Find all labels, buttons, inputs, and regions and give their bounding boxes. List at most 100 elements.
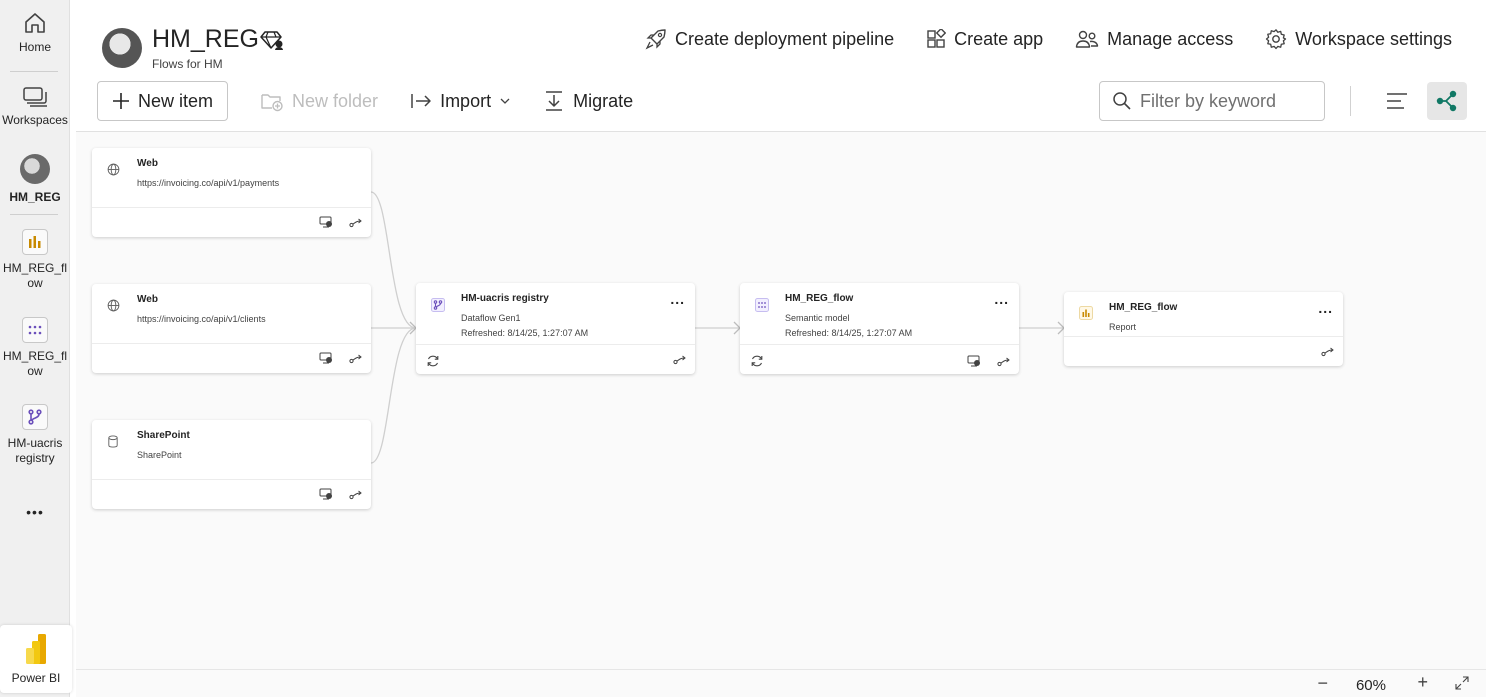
zoom-in-button[interactable]: + xyxy=(1417,672,1428,693)
migrate-label: Migrate xyxy=(573,90,634,111)
fit-to-screen-icon[interactable] xyxy=(1455,676,1469,690)
migrate-button[interactable]: Migrate xyxy=(543,90,633,112)
lineage-link-icon[interactable] xyxy=(673,355,687,365)
card-actions xyxy=(673,355,687,365)
workspace-avatar-icon xyxy=(20,154,50,184)
source-card-web-clients[interactable]: Web https://invoicing.co/api/v1/clients xyxy=(92,284,371,373)
chevron-down-icon xyxy=(500,98,510,104)
gateway-icon[interactable] xyxy=(319,216,333,229)
lineage-link-icon[interactable] xyxy=(997,357,1011,367)
plus-icon xyxy=(113,93,129,109)
rail-item-semantic-model[interactable]: HM_REG_flow xyxy=(0,317,70,379)
connector-line xyxy=(370,191,417,329)
new-item-button[interactable]: New item xyxy=(97,81,229,121)
rail-workspaces-label: Workspaces xyxy=(2,113,68,127)
semantic-model-card[interactable]: HM_REG_flow Semantic model Refreshed: 8/… xyxy=(740,283,1019,374)
connector-line xyxy=(370,327,417,464)
home-icon xyxy=(25,13,45,33)
rail-item-dataflow-label: HM-uacris registry xyxy=(7,436,63,465)
zoom-level: 60% xyxy=(1355,677,1386,694)
search-icon xyxy=(1113,92,1131,110)
create-deployment-pipeline-button[interactable]: Create deployment pipeline xyxy=(645,28,894,50)
card-actions xyxy=(319,216,363,229)
manage-access-label: Manage access xyxy=(1107,28,1234,49)
rail-more-button[interactable]: ••• xyxy=(0,505,70,520)
card-divider xyxy=(416,344,695,345)
people-icon xyxy=(1075,30,1099,48)
report-card[interactable]: HM_REG_flow Report ... xyxy=(1064,292,1343,366)
create-deployment-pipeline-label: Create deployment pipeline xyxy=(674,28,895,49)
refresh-icon[interactable] xyxy=(426,354,440,368)
rail-workspaces[interactable]: Workspaces xyxy=(0,85,70,128)
left-rail: Home Workspaces HM_REG HM_REG_flow HM_RE… xyxy=(0,0,72,697)
lineage-link-icon[interactable] xyxy=(349,354,363,364)
folder-add-icon xyxy=(261,94,283,112)
power-bi-logo-icon xyxy=(26,634,46,664)
rail-divider xyxy=(10,71,58,72)
top-actions: Create deployment pipeline Create app Ma… xyxy=(645,28,1452,50)
rail-home-label: Home xyxy=(18,40,51,54)
card-divider xyxy=(740,344,1019,345)
workspaces-icon xyxy=(23,87,47,107)
more-options-button[interactable]: ... xyxy=(994,291,1009,307)
more-options-button[interactable]: ... xyxy=(1318,300,1333,316)
lineage-icon xyxy=(1436,90,1457,112)
rail-home[interactable]: Home xyxy=(0,10,70,55)
zoom-bar: − 60% + xyxy=(76,669,1486,697)
rail-item-dataflow[interactable]: HM-uacris registry xyxy=(0,404,70,466)
new-folder-button[interactable]: New folder xyxy=(260,90,378,112)
card-actions xyxy=(1321,347,1335,357)
report-icon xyxy=(1079,306,1093,320)
database-icon xyxy=(108,435,118,448)
refresh-icon[interactable] xyxy=(750,354,764,368)
source-card-web-payments[interactable]: Web https://invoicing.co/api/v1/payments xyxy=(92,148,371,237)
rocket-icon xyxy=(645,29,666,50)
rail-item-report[interactable]: HM_REG_flow xyxy=(0,229,70,291)
source-title: Web xyxy=(137,294,158,305)
power-bi-switcher[interactable]: Power BI xyxy=(0,625,72,693)
semantic-model-refreshed: Refreshed: 8/14/25, 1:27:07 AM xyxy=(785,328,913,338)
migrate-icon xyxy=(546,91,563,111)
import-dropdown[interactable]: Import xyxy=(410,91,511,112)
workspace-subtitle: Flows for HM xyxy=(152,57,223,71)
workspace-settings-label: Workspace settings xyxy=(1295,28,1452,49)
dataflow-icon xyxy=(22,404,48,430)
workspace-avatar-icon xyxy=(102,28,142,68)
rail-current-workspace[interactable]: HM_REG xyxy=(0,154,70,205)
rail-item-semantic-model-label: HM_REG_flow xyxy=(2,349,67,378)
gateway-icon[interactable] xyxy=(319,352,333,365)
zoom-out-button[interactable]: − xyxy=(1317,673,1328,694)
lineage-canvas[interactable]: Web https://invoicing.co/api/v1/payments… xyxy=(76,132,1486,669)
source-title: Web xyxy=(137,158,158,169)
toolbar-divider xyxy=(1350,86,1351,116)
source-title: SharePoint xyxy=(137,430,190,441)
rail-current-workspace-label: HM_REG xyxy=(9,190,61,204)
gateway-icon[interactable] xyxy=(319,488,333,501)
list-view-button[interactable] xyxy=(1377,82,1417,120)
dataflow-card[interactable]: HM-uacris registry Dataflow Gen1 Refresh… xyxy=(416,283,695,374)
source-card-sharepoint[interactable]: SharePoint SharePoint xyxy=(92,420,371,509)
filter-box xyxy=(1099,81,1325,121)
semantic-model-icon xyxy=(755,298,769,312)
gateway-icon[interactable] xyxy=(967,355,981,368)
semantic-model-type: Semantic model xyxy=(785,313,850,323)
gear-icon xyxy=(1266,29,1287,50)
toolbar: New item New folder Import Migrate xyxy=(97,81,633,121)
manage-access-button[interactable]: Manage access xyxy=(1075,28,1233,50)
dataflow-type: Dataflow Gen1 xyxy=(461,313,521,323)
card-divider xyxy=(1064,336,1343,337)
more-options-button[interactable]: ... xyxy=(670,291,685,307)
dataflow-refreshed: Refreshed: 8/14/25, 1:27:07 AM xyxy=(461,328,589,338)
import-label: Import xyxy=(440,90,492,111)
lineage-link-icon[interactable] xyxy=(1321,347,1335,357)
card-divider xyxy=(92,343,371,344)
lineage-link-icon[interactable] xyxy=(349,490,363,500)
lineage-view-button[interactable] xyxy=(1427,82,1467,120)
source-subtitle: SharePoint xyxy=(137,450,182,460)
filter-input[interactable] xyxy=(1140,90,1310,112)
premium-diamond-icon[interactable] xyxy=(260,29,284,51)
lineage-link-icon[interactable] xyxy=(349,218,363,228)
workspace-title: HM_REG xyxy=(152,25,259,53)
workspace-settings-button[interactable]: Workspace settings xyxy=(1265,28,1452,50)
create-app-button[interactable]: Create app xyxy=(926,28,1043,50)
